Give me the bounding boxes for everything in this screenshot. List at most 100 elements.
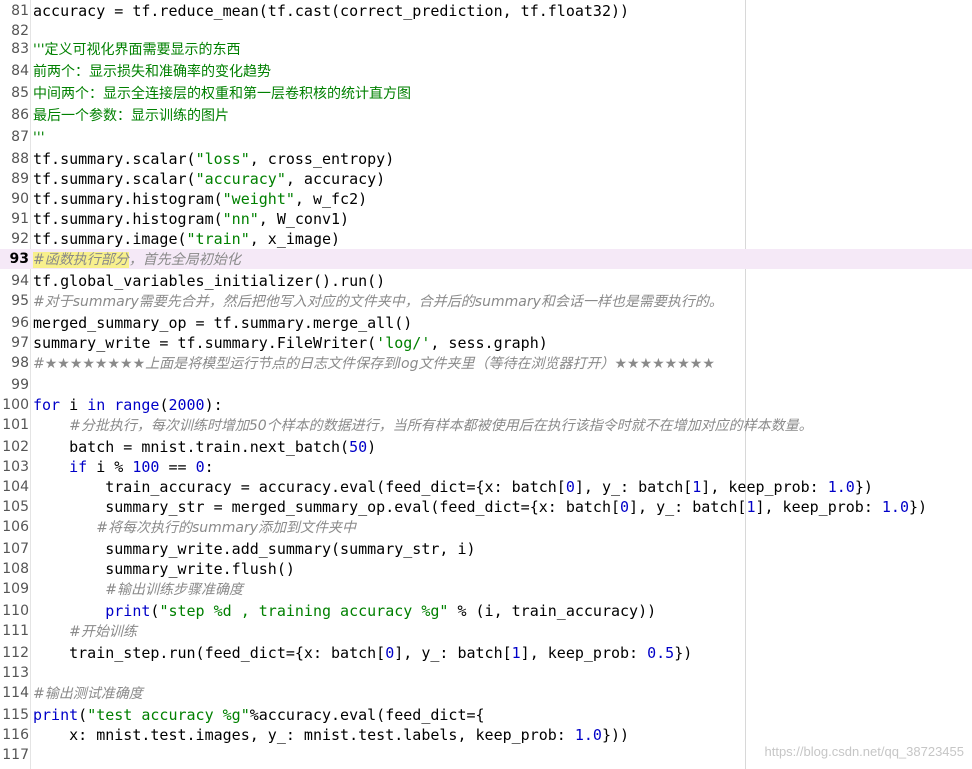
code-token: }) (674, 644, 693, 662)
line-number: 94 (11, 273, 29, 289)
code-token: "weight" (222, 190, 295, 208)
code-token: "loss" (195, 150, 250, 168)
code-token: , x_image) (249, 230, 341, 248)
code-line[interactable]: 115 print("test accuracy %g"%accuracy.eva… (0, 705, 972, 725)
code-token: ，首先全局初始化 (128, 252, 241, 268)
code-line[interactable]: 107 summary_write.add_summary(summary_st… (0, 539, 972, 559)
line-number: 109 (2, 581, 29, 597)
code-token: ], keep_prob: (701, 478, 828, 496)
line-number: 116 (2, 727, 29, 743)
line-number: 101 (2, 417, 29, 433)
line-number: 92 (11, 231, 29, 247)
code-token: #输出训练步骤准确度 (105, 582, 243, 598)
code-line[interactable]: 82 (0, 21, 972, 41)
line-code: tf.summary.image("train", x_image) (33, 229, 340, 249)
line-code: #输出测试准确度 (33, 683, 143, 704)
line-number: 107 (2, 541, 29, 557)
code-token: , cross_entropy) (249, 150, 395, 168)
line-code: print("test accuracy %g"%accuracy.eval(f… (33, 705, 485, 725)
line-number: 83 (11, 41, 29, 57)
code-token: i (60, 396, 88, 414)
code-line[interactable]: 92 tf.summary.image("train", x_image) (0, 229, 972, 249)
line-code: summary_str = merged_summary_op.eval(fee… (33, 497, 927, 517)
code-line[interactable]: 84 前两个：显示损失和准确率的变化趋势 (0, 61, 972, 81)
code-line[interactable]: 97 summary_write = tf.summary.FileWriter(… (0, 333, 972, 353)
line-number: 98 (11, 355, 29, 371)
code-token: tf.summary.scalar( (33, 170, 196, 188)
code-token: in (87, 396, 106, 414)
code-token: , accuracy) (285, 170, 386, 188)
line-code: tf.summary.scalar("accuracy", accuracy) (33, 169, 385, 189)
code-line[interactable]: 89 tf.summary.scalar("accuracy", accuracy… (0, 169, 972, 189)
code-line[interactable]: 108 summary_write.flush() (0, 559, 972, 579)
code-token: "accuracy" (195, 170, 286, 188)
code-token: tf.summary.scalar( (33, 150, 196, 168)
code-line[interactable]: 103 if i % 100 == 0: (0, 457, 972, 477)
code-line[interactable]: 111 #开始训练 (0, 621, 972, 641)
code-line[interactable]: 94 tf.global_variables_initializer().run(… (0, 271, 972, 291)
code-line[interactable]: 106 #将每次执行的summary添加到文件夹中 (0, 517, 972, 537)
line-number: 96 (11, 315, 29, 331)
line-code: #输出训练步骤准确度 (33, 579, 243, 600)
line-number: 111 (2, 623, 29, 639)
code-token: ( (78, 706, 88, 724)
code-line[interactable]: 87 ''' (0, 127, 972, 147)
code-line[interactable]: 100 for i in range(2000): (0, 395, 972, 415)
code-line[interactable]: 114 #输出测试准确度 (0, 683, 972, 703)
line-number: 85 (11, 85, 29, 101)
code-line[interactable]: 95 #对于summary需要先合并，然后把他写入对应的文件夹中，合并后的summ… (0, 291, 972, 311)
line-code: for i in range(2000): (33, 395, 223, 415)
line-number: 84 (11, 63, 29, 79)
code-line[interactable]: 102 batch = mnist.train.next_batch(50) (0, 437, 972, 457)
code-line[interactable]: 110 print("step %d , training accuracy %… (0, 601, 972, 621)
code-line[interactable]: 93 #函数执行部分，首先全局初始化 (0, 249, 972, 269)
code-token: 1.0 (881, 498, 909, 516)
code-line[interactable]: 96 merged_summary_op = tf.summary.merge_a… (0, 313, 972, 333)
line-number: 90 (11, 191, 29, 207)
code-token: "nn" (222, 210, 259, 228)
code-line[interactable]: 98 #★★★★★★★★上面是将模型运行节点的日志文件保存到log文件夹里（等待在… (0, 353, 972, 373)
code-token: #对于summary需要先合并，然后把他写入对应的文件夹中，合并后的summar… (33, 294, 723, 310)
line-number: 102 (2, 439, 29, 455)
code-token: #★★★★★★★★上面是将模型运行节点的日志文件保存到log文件夹里（等待在浏览… (33, 356, 715, 372)
code-token: 1 (511, 644, 521, 662)
code-line[interactable]: 99 (0, 375, 972, 395)
code-line[interactable]: 90 tf.summary.histogram("weight", w_fc2) (0, 189, 972, 209)
code-token: , sess.graph) (430, 334, 548, 352)
line-number: 97 (11, 335, 29, 351)
code-line[interactable]: 109 #输出训练步骤准确度 (0, 579, 972, 599)
code-token: summary_str = merged_summary_op.eval(fee… (33, 498, 620, 516)
code-line[interactable]: 91 tf.summary.histogram("nn", W_conv1) (0, 209, 972, 229)
line-code: merged_summary_op = tf.summary.merge_all… (33, 313, 412, 333)
line-code: #函数执行部分，首先全局初始化 (33, 249, 241, 270)
code-line[interactable]: 83 '''定义可视化界面需要显示的东西 (0, 39, 972, 59)
code-token: , w_fc2) (294, 190, 368, 208)
code-line[interactable]: 88 tf.summary.scalar("loss", cross_entrop… (0, 149, 972, 169)
code-line[interactable]: 104 train_accuracy = accuracy.eval(feed_… (0, 477, 972, 497)
code-line[interactable]: 101 #分批执行，每次训练时增加50个样本的数据进行，当所有样本都被使用后在执… (0, 415, 972, 435)
code-line[interactable]: 85 中间两个：显示全连接层的权重和第一层卷积核的统计直方图 (0, 83, 972, 103)
code-line[interactable]: 105 summary_str = merged_summary_op.eval… (0, 497, 972, 517)
code-token: tf.summary.histogram( (33, 190, 223, 208)
code-token: 0 (565, 478, 575, 496)
line-code: accuracy = tf.reduce_mean(tf.cast(correc… (33, 1, 629, 21)
code-token: , W_conv1) (258, 210, 350, 228)
code-line[interactable]: 112 train_step.run(feed_dict={x: batch[0… (0, 643, 972, 663)
line-code: #将每次执行的summary添加到文件夹中 (33, 517, 356, 538)
code-token: tf.summary.histogram( (33, 210, 223, 228)
code-token: 50 (349, 438, 368, 456)
code-line[interactable]: 113 (0, 663, 972, 683)
code-editor[interactable]: 81 accuracy = tf.reduce_mean(tf.cast(corr… (0, 0, 972, 769)
line-code: #开始训练 (33, 621, 137, 642)
code-line[interactable]: 116 x: mnist.test.images, y_: mnist.test… (0, 725, 972, 745)
line-code: tf.summary.histogram("weight", w_fc2) (33, 189, 367, 209)
code-line[interactable]: 86 最后一个参数：显示训练的图片 (0, 105, 972, 125)
code-token: x: mnist.test.images, y_: mnist.test.lab… (33, 726, 575, 744)
line-number: 95 (11, 293, 29, 309)
code-line[interactable]: 81 accuracy = tf.reduce_mean(tf.cast(corr… (0, 1, 972, 21)
code-token: #输出测试准确度 (33, 686, 143, 702)
